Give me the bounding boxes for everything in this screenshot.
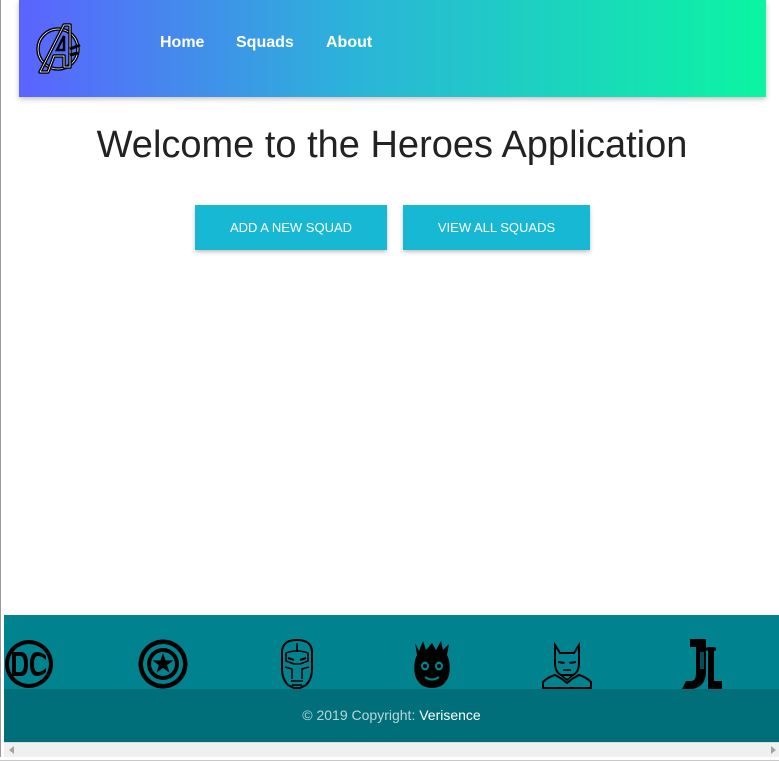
copyright-text: © 2019 Copyright: (302, 707, 416, 723)
nav-link-about[interactable]: About (326, 33, 372, 53)
add-squad-button[interactable]: ADD A NEW SQUAD (195, 205, 387, 250)
avengers-logo-icon[interactable] (34, 22, 84, 74)
captain-america-shield-icon (138, 639, 188, 689)
page-title: Welcome to the Heroes Application (96, 124, 688, 166)
footer-hero-icons (4, 615, 779, 689)
nav-link-home[interactable]: Home (160, 33, 204, 53)
horizontal-scrollbar[interactable] (4, 742, 779, 757)
nav-link-squads[interactable]: Squads (236, 33, 294, 53)
scroll-right-arrow-icon[interactable] (771, 746, 776, 754)
navbar: Home Squads About (19, 0, 766, 97)
groot-icon (407, 639, 457, 689)
view-squads-button[interactable]: VIEW ALL SQUADS (403, 205, 590, 250)
iron-man-helmet-icon (272, 638, 322, 689)
justice-league-icon (676, 639, 726, 689)
copyright-link[interactable]: Verisence (419, 707, 480, 723)
footer-copyright: © 2019 Copyright: Verisence (4, 689, 779, 742)
scroll-left-arrow-icon[interactable] (9, 746, 14, 754)
batman-icon (542, 639, 592, 689)
window-frame-bottom (0, 757, 779, 761)
dc-logo-icon (4, 639, 54, 689)
